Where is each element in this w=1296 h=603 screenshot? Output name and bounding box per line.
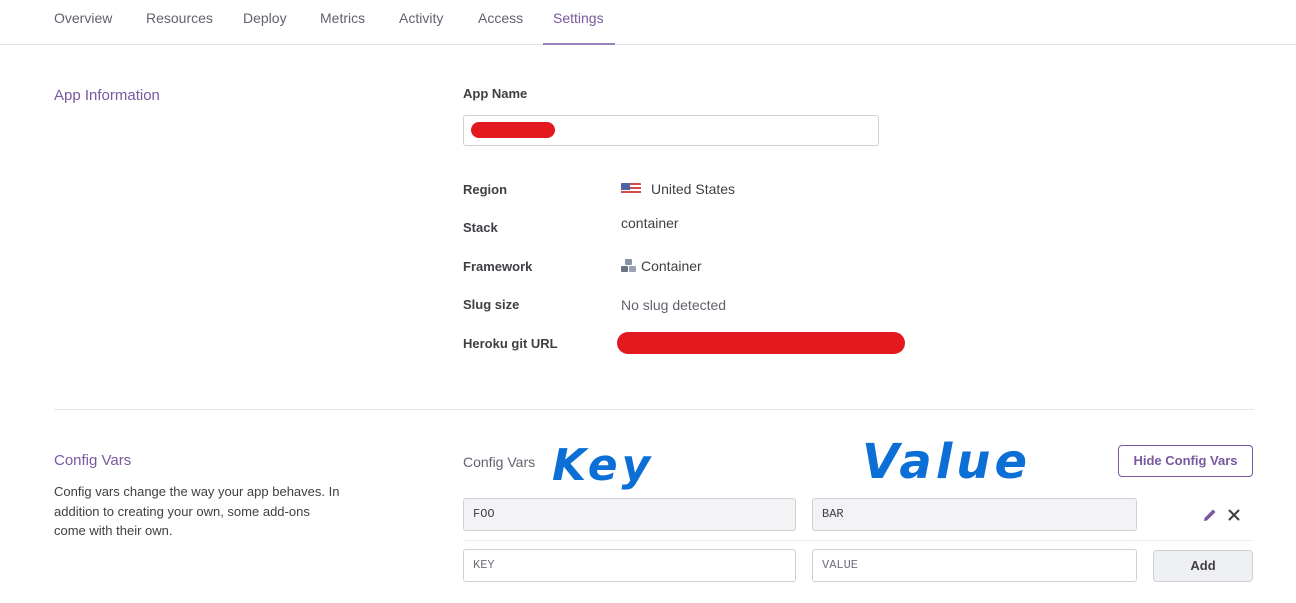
git-url-label: Heroku git URL: [463, 336, 558, 351]
section-divider: [54, 409, 1254, 410]
edit-pencil-icon[interactable]: [1202, 507, 1218, 523]
config-value-field[interactable]: BAR: [812, 498, 1137, 531]
tab-settings[interactable]: Settings: [553, 0, 604, 45]
new-value-input[interactable]: VALUE: [812, 549, 1137, 582]
hide-config-vars-button[interactable]: Hide Config Vars: [1118, 445, 1253, 477]
tab-overview[interactable]: Overview: [54, 0, 112, 45]
row-divider: [463, 540, 1253, 541]
add-config-var-button[interactable]: Add: [1153, 550, 1253, 582]
slug-size-label: Slug size: [463, 297, 520, 312]
active-tab-indicator: [543, 43, 615, 45]
app-name-input[interactable]: [463, 115, 879, 146]
tab-resources[interactable]: Resources: [146, 0, 213, 45]
app-info-title: App Information: [54, 87, 160, 104]
redaction-mark: [471, 122, 555, 138]
container-icon: [621, 259, 636, 272]
config-vars-description: Config vars change the way your app beha…: [54, 484, 340, 538]
app-name-label: App Name: [463, 86, 528, 101]
us-flag-icon: [621, 183, 641, 195]
config-vars-label: Config Vars: [463, 454, 536, 470]
git-url-redaction: [617, 332, 905, 354]
region-value: United States: [651, 181, 736, 197]
stack-label: Stack: [463, 220, 498, 235]
delete-x-icon[interactable]: [1228, 509, 1240, 521]
slug-size-value: No slug detected: [621, 297, 727, 313]
framework-value: Container: [641, 258, 702, 274]
tab-access[interactable]: Access: [478, 0, 523, 45]
config-vars-title: Config Vars: [54, 452, 132, 469]
region-label: Region: [463, 182, 508, 197]
handwritten-value-annotation: Value: [862, 434, 1031, 490]
tab-metrics[interactable]: Metrics: [320, 0, 365, 45]
tab-activity[interactable]: Activity: [399, 0, 443, 45]
framework-label: Framework: [463, 259, 533, 274]
handwritten-key-annotation: Key: [552, 440, 655, 491]
stack-value: container: [621, 215, 679, 231]
tab-deploy[interactable]: Deploy: [243, 0, 287, 45]
config-key-field[interactable]: FOO: [463, 498, 796, 531]
new-key-input[interactable]: KEY: [463, 549, 796, 582]
tab-bar: Overview Resources Deploy Metrics Activi…: [0, 0, 1296, 45]
